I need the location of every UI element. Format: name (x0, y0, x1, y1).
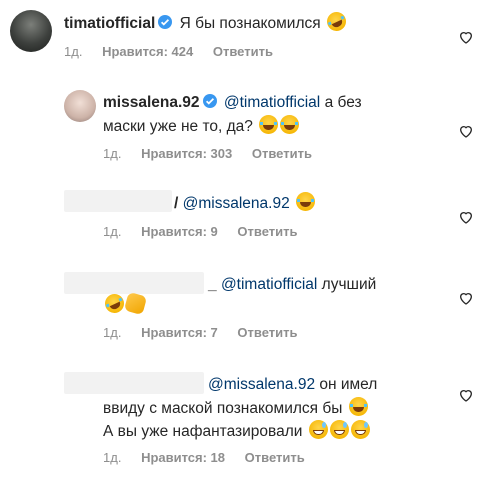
tears-of-joy-emoji-icon (280, 115, 300, 134)
avatar-missalena92[interactable] (64, 90, 96, 122)
comment-4-text-line-1: _ @timatiofficial лучший (208, 274, 376, 296)
sweat-smile-emoji-icon (308, 420, 328, 439)
comment-5-text-2: ввиду с маской познакомился бы (103, 400, 343, 417)
comment-5-text-line-2: ввиду с маской познакомился бы (103, 397, 368, 420)
comment-1-meta: 1д. Нравится: 424 Ответить (64, 44, 289, 59)
comment-1-text-line: timatiofficial Я бы познакомился (64, 8, 350, 37)
heart-icon[interactable] (458, 123, 474, 139)
clapping-hands-emoji-icon (123, 291, 148, 316)
comment-5-time: 1д. (103, 450, 122, 465)
tears-of-joy-emoji-icon (259, 115, 279, 134)
comment-4-time: 1д. (103, 325, 122, 340)
rofl-emoji-icon (323, 8, 350, 35)
comment-5-likes[interactable]: Нравится: 18 (141, 450, 225, 465)
username-fragment[interactable]: / (174, 195, 178, 212)
verified-badge-icon (202, 93, 218, 116)
sweat-smile-emoji-icon (329, 420, 349, 439)
verified-badge-icon (157, 14, 173, 37)
mention-link[interactable]: @timatiofficial (224, 94, 320, 111)
comment-4-meta: 1д. Нравится: 7 Ответить (103, 325, 314, 340)
comment-3-time: 1д. (103, 224, 122, 239)
redacted-avatar-and-username (64, 190, 172, 212)
comment-5-text-line-1: @missalena.92 он имел (208, 374, 377, 396)
comment-4-reply-button[interactable]: Ответить (237, 325, 297, 340)
comment-1-text: Я бы познакомился (179, 15, 321, 32)
tears-of-joy-emoji-icon (348, 397, 368, 416)
heart-icon[interactable] (458, 290, 474, 306)
mention-link[interactable]: @missalena.92 (183, 195, 290, 212)
comment-2-reply-button[interactable]: Ответить (252, 146, 312, 161)
redacted-avatar-and-username (64, 272, 204, 294)
comment-5-meta: 1д. Нравится: 18 Ответить (103, 450, 321, 465)
comment-5-reply-button[interactable]: Ответить (245, 450, 305, 465)
comment-4-text: лучший (321, 276, 377, 293)
username-missalena92[interactable]: missalena.92 (103, 94, 200, 111)
heart-icon[interactable] (458, 209, 474, 225)
rofl-emoji-icon (101, 290, 128, 317)
mention-link[interactable]: @missalena.92 (208, 376, 315, 393)
redacted-avatar-and-username (64, 372, 204, 394)
comment-5-text-line-3: А вы уже нафантазировали (103, 420, 370, 443)
mention-link[interactable]: @timatiofficial (221, 276, 317, 293)
tears-of-joy-emoji-icon (296, 192, 315, 211)
comment-5-text-3: А вы уже нафантазировали (103, 423, 303, 440)
comment-4-text-line-2 (101, 290, 148, 317)
username-timatiofficial[interactable]: timatiofficial (64, 15, 155, 32)
comment-2-meta: 1д. Нравится: 303 Ответить (103, 146, 328, 161)
comment-2-text-line-1: missalena.92 @timatiofficial а без (103, 92, 362, 116)
comment-3-reply-button[interactable]: Ответить (237, 224, 297, 239)
comment-1-time: 1д. (64, 44, 83, 59)
comment-3-likes[interactable]: Нравится: 9 (141, 224, 218, 239)
comment-5-text-1: он имел (319, 376, 378, 393)
comment-3-meta: 1д. Нравится: 9 Ответить (103, 224, 314, 239)
heart-icon[interactable] (458, 29, 474, 45)
comment-2-likes[interactable]: Нравится: 303 (141, 146, 232, 161)
comment-1-likes[interactable]: Нравится: 424 (102, 44, 193, 59)
comment-4-likes[interactable]: Нравится: 7 (141, 325, 218, 340)
sweat-smile-emoji-icon (350, 420, 370, 439)
avatar-timatiofficial[interactable] (10, 10, 52, 52)
comment-2-text-1: а без (324, 94, 362, 111)
comment-3-text-line: / @missalena.92 (174, 192, 315, 215)
heart-icon[interactable] (458, 387, 474, 403)
comment-2-text-2: маски уже не то, да? (103, 118, 253, 135)
username-fragment[interactable]: _ (208, 276, 217, 293)
comment-1-reply-button[interactable]: Ответить (213, 44, 273, 59)
comment-2-text-line-2: маски уже не то, да? (103, 115, 300, 138)
comment-2-time: 1д. (103, 146, 122, 161)
